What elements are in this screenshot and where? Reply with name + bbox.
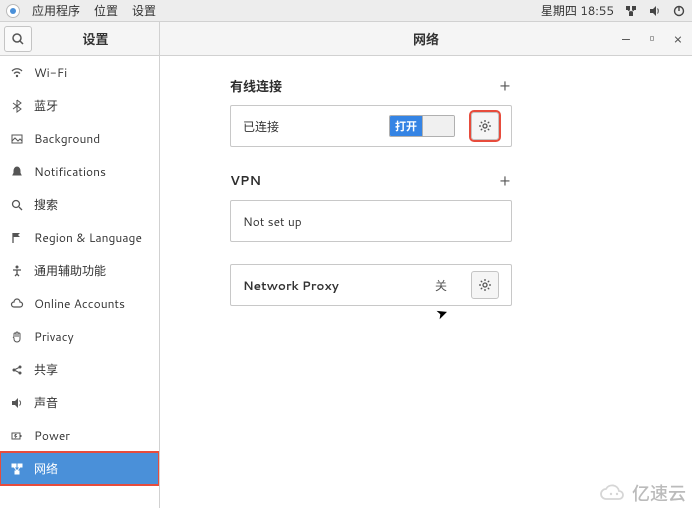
sidebar-item-privacy[interactable]: Privacy (0, 320, 159, 353)
volume-icon[interactable] (648, 4, 662, 18)
proxy-row: Network Proxy 关 (231, 265, 511, 305)
wired-add-button[interactable]: + (498, 74, 512, 97)
settings-window: 设置 网络 – ▫ × Wi-Fi 蓝牙 Background (0, 22, 692, 508)
proxy-status: 关 (435, 277, 447, 294)
window-close[interactable]: × (670, 31, 686, 47)
switch-on-label: 打开 (390, 116, 422, 136)
sidebar-item-region[interactable]: Region & Language (0, 221, 159, 254)
menu-places[interactable]: 位置 (88, 2, 124, 19)
vpn-row: Not set up (231, 201, 511, 241)
sidebar: Wi-Fi 蓝牙 Background Notifications 搜索 Reg… (0, 56, 160, 508)
hand-icon (10, 330, 24, 344)
activities-icon[interactable] (6, 4, 20, 18)
sidebar-item-sound[interactable]: 声音 (0, 386, 159, 419)
vpn-section: VPN + Not set up (230, 169, 512, 242)
sidebar-item-notifications[interactable]: Notifications (0, 155, 159, 188)
sidebar-item-label: 网络 (34, 460, 58, 477)
battery-icon (10, 429, 24, 443)
accessibility-icon (10, 264, 24, 278)
sidebar-item-label: Power (34, 427, 70, 444)
network-status-icon[interactable] (624, 4, 638, 18)
sidebar-item-background[interactable]: Background (0, 122, 159, 155)
search-button[interactable] (4, 26, 32, 52)
power-icon[interactable] (672, 4, 686, 18)
sidebar-item-search[interactable]: 搜索 (0, 188, 159, 221)
sidebar-item-label: 共享 (34, 361, 58, 378)
sidebar-item-bluetooth[interactable]: 蓝牙 (0, 89, 159, 122)
sidebar-item-label: Background (34, 130, 100, 147)
wired-title: 有线连接 (230, 76, 282, 96)
clock: 星期四 18:55 (541, 2, 614, 19)
sidebar-item-power[interactable]: Power (0, 419, 159, 452)
search-icon (10, 198, 24, 212)
system-top-bar: 应用程序 位置 设置 星期四 18:55 (0, 0, 692, 22)
vpn-add-button[interactable]: + (498, 169, 512, 192)
sidebar-item-label: Privacy (34, 328, 74, 345)
sidebar-item-label: 通用辅助功能 (34, 262, 106, 279)
wifi-icon (10, 66, 24, 80)
search-icon (11, 32, 25, 46)
cloud-icon (10, 297, 24, 311)
sidebar-item-wifi[interactable]: Wi-Fi (0, 56, 159, 89)
sidebar-item-label: 声音 (34, 394, 58, 411)
sidebar-item-label: Notifications (34, 163, 106, 180)
wired-settings-button[interactable] (471, 112, 499, 140)
sidebar-item-label: 搜索 (34, 196, 58, 213)
gear-icon (478, 278, 492, 292)
flag-icon (10, 231, 24, 245)
sidebar-item-label: Wi-Fi (34, 64, 67, 81)
vpn-status: Not set up (243, 213, 499, 230)
gear-icon (478, 119, 492, 133)
page-title: 网络 (160, 29, 692, 49)
proxy-title: Network Proxy (243, 277, 427, 294)
titlebar: 设置 网络 – ▫ × (0, 22, 692, 56)
window-minimize[interactable]: – (618, 31, 634, 47)
proxy-section: Network Proxy 关 (230, 264, 512, 306)
switch-handle (422, 116, 454, 136)
sidebar-item-label: Region & Language (34, 229, 142, 246)
app-title: 设置 (32, 29, 159, 49)
sound-icon (10, 396, 24, 410)
menu-applications[interactable]: 应用程序 (26, 2, 86, 19)
sidebar-item-network[interactable]: 网络 (0, 452, 159, 485)
bluetooth-icon (10, 99, 24, 113)
wired-switch[interactable]: 打开 (389, 115, 455, 137)
bell-icon (10, 165, 24, 179)
background-icon (10, 132, 24, 146)
window-maximize[interactable]: ▫ (644, 31, 660, 47)
wired-connection-row: 已连接 打开 (231, 106, 511, 146)
sidebar-item-label: Online Accounts (34, 295, 125, 312)
sidebar-item-online-accounts[interactable]: Online Accounts (0, 287, 159, 320)
share-icon (10, 363, 24, 377)
wired-status: 已连接 (243, 118, 381, 135)
content-area: 有线连接 + 已连接 打开 (160, 56, 692, 508)
vpn-title: VPN (230, 172, 261, 190)
sidebar-item-accessibility[interactable]: 通用辅助功能 (0, 254, 159, 287)
network-icon (10, 462, 24, 476)
menu-settings[interactable]: 设置 (126, 2, 162, 19)
sidebar-item-sharing[interactable]: 共享 (0, 353, 159, 386)
wired-section: 有线连接 + 已连接 打开 (230, 74, 512, 147)
proxy-settings-button[interactable] (471, 271, 499, 299)
sidebar-item-label: 蓝牙 (34, 97, 58, 114)
